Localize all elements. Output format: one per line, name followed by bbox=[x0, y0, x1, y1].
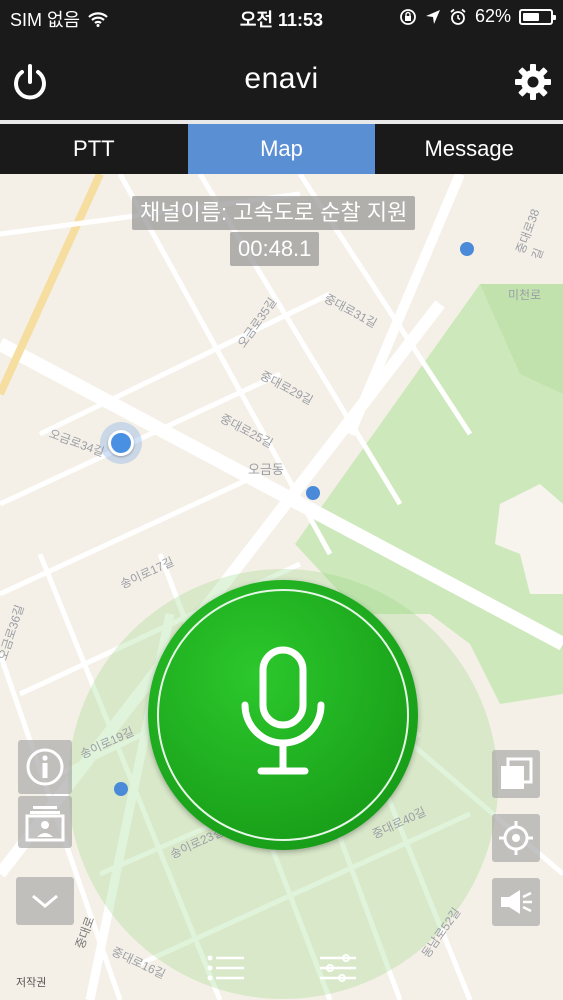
map-label: 미천로 bbox=[508, 288, 542, 302]
info-button[interactable] bbox=[18, 740, 72, 794]
location-arrow-icon bbox=[425, 9, 440, 24]
collapse-button[interactable] bbox=[16, 877, 74, 925]
user-location-marker bbox=[100, 422, 142, 464]
list-icon bbox=[207, 955, 244, 981]
mic-ring bbox=[157, 589, 409, 841]
gas-station-icon bbox=[460, 242, 474, 256]
layers-icon bbox=[501, 757, 533, 789]
gear-icon bbox=[515, 64, 551, 100]
settings-button[interactable] bbox=[513, 62, 553, 102]
bus-stop-icon bbox=[306, 486, 320, 500]
info-icon bbox=[26, 748, 64, 786]
filter-lines-icon bbox=[320, 954, 356, 982]
app-title: enavi bbox=[244, 62, 319, 95]
nav-bar: enavi bbox=[0, 36, 563, 120]
battery-fill bbox=[523, 12, 539, 21]
tab-bar: PTT Map Message bbox=[0, 124, 563, 174]
tab-message[interactable]: Message bbox=[375, 124, 563, 174]
map-view[interactable]: 중대로38길 미천로 중대로31길 오금로35길 중대로29길 중대로25길 오… bbox=[0, 174, 563, 1000]
gas-station-icon bbox=[114, 782, 128, 796]
tab-ptt[interactable]: PTT bbox=[0, 124, 188, 174]
battery-icon bbox=[519, 8, 556, 25]
status-bar: SIM 없음 오전 11:53 62% bbox=[0, 0, 563, 36]
battery-percent: 62% bbox=[474, 6, 511, 26]
crosshair-icon bbox=[499, 821, 533, 855]
locate-button[interactable] bbox=[492, 814, 540, 862]
chevron-down-icon bbox=[32, 894, 58, 908]
status-right: 62% bbox=[399, 6, 556, 27]
contacts-icon bbox=[25, 806, 65, 842]
map-label: 오금동 bbox=[248, 462, 284, 477]
rotation-lock-icon bbox=[400, 8, 416, 25]
contacts-button[interactable] bbox=[18, 796, 72, 848]
tab-map[interactable]: Map bbox=[187, 124, 376, 174]
list-button[interactable] bbox=[206, 954, 246, 984]
alarm-icon bbox=[450, 8, 466, 25]
megaphone-icon bbox=[501, 890, 532, 914]
push-to-talk-button[interactable] bbox=[148, 580, 418, 850]
speaker-button[interactable] bbox=[492, 878, 540, 926]
channel-name-label: 채널이름: 고속도로 순찰 지원 bbox=[132, 196, 416, 230]
copyright-label[interactable]: 저작권 bbox=[16, 974, 46, 990]
layers-button[interactable] bbox=[492, 750, 540, 798]
call-timer: 00:48.1 bbox=[230, 232, 320, 266]
filter-button[interactable] bbox=[318, 954, 358, 984]
